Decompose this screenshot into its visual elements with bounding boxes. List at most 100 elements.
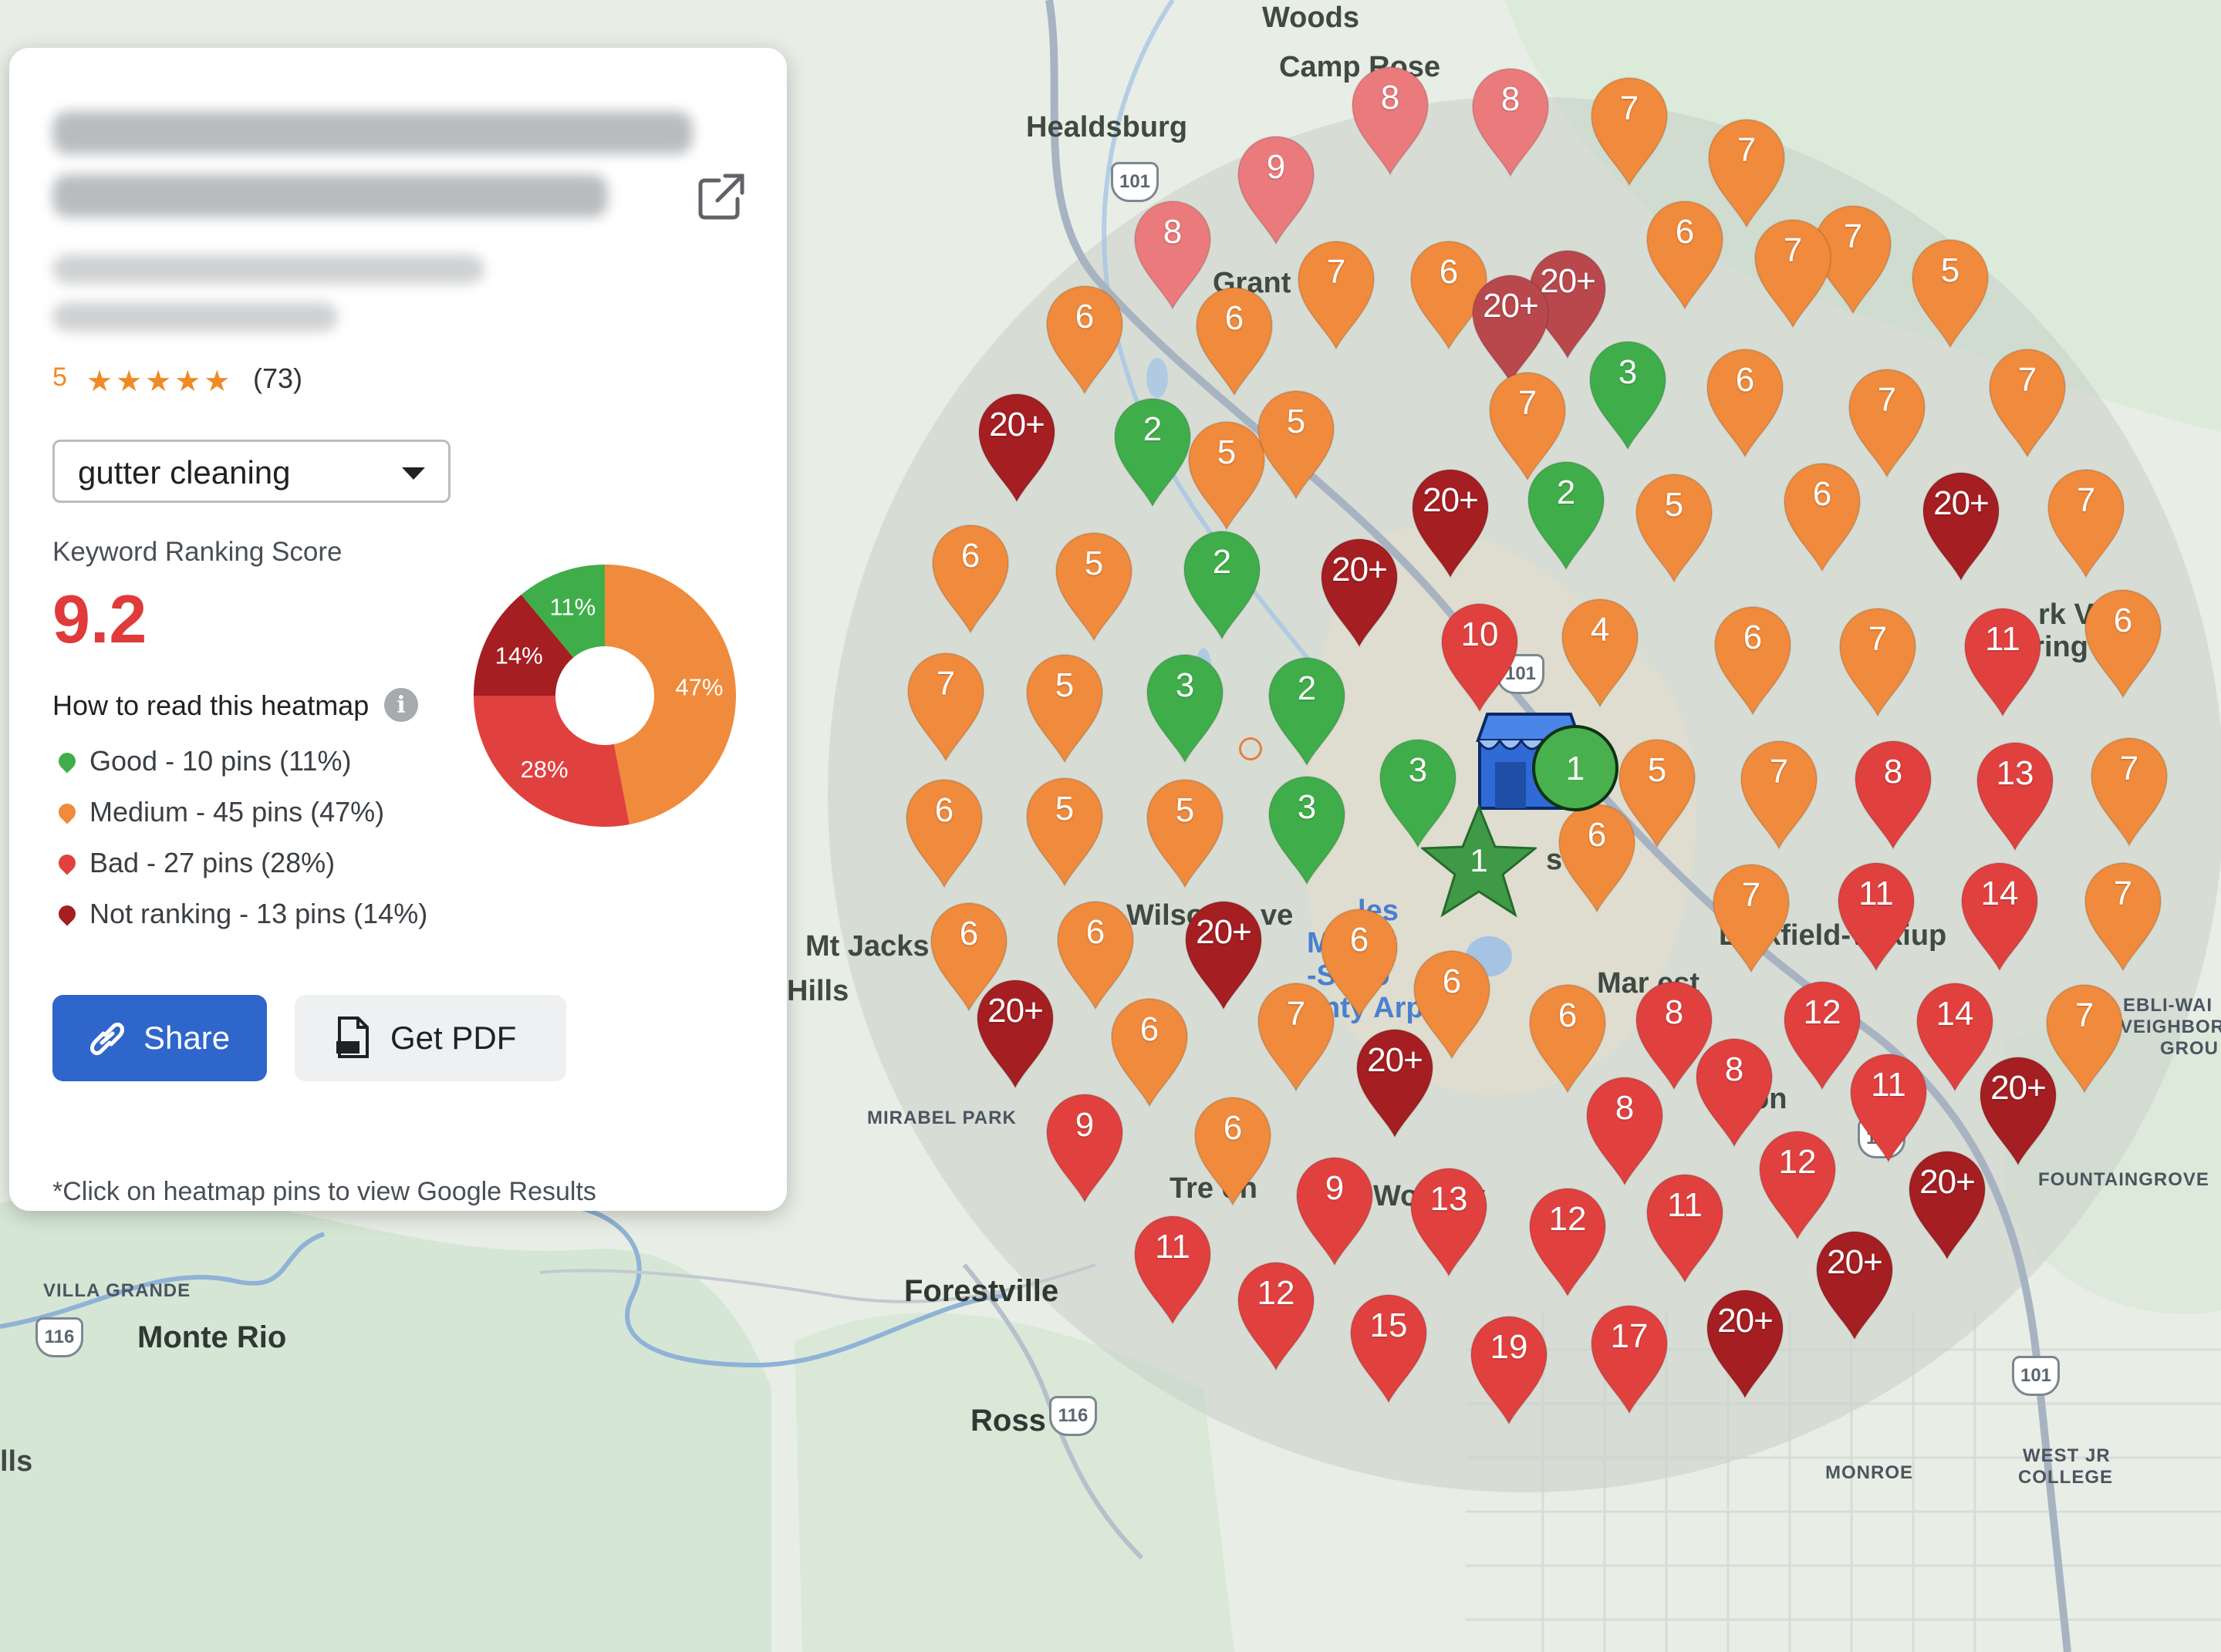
star-center-pin[interactable]: 1 — [1419, 802, 1539, 918]
heatmap-pin[interactable]: 20+ — [1703, 1285, 1787, 1401]
heatmap-pin[interactable]: 5 — [1632, 469, 1716, 585]
heatmap-pin[interactable]: 7 — [1737, 736, 1821, 851]
external-link-icon[interactable] — [694, 170, 748, 224]
heatmap-pin[interactable]: 11 — [1960, 603, 2045, 719]
heatmap-pin[interactable]: 6 — [1710, 602, 1795, 717]
heatmap-pin[interactable]: 8 — [1348, 62, 1433, 177]
pin-rank-label: 5 — [1175, 791, 1195, 829]
pin-rank-label: 7 — [1877, 381, 1897, 419]
place-college: COLLEGE — [2018, 1467, 2114, 1488]
pin-rank-label: 19 — [1490, 1328, 1528, 1366]
pin-rank-label: 5 — [1940, 251, 1960, 289]
heatmap-pin[interactable]: 2 — [1110, 393, 1195, 509]
pin-rank-label: 9 — [1325, 1169, 1345, 1207]
pin-rank-label: 5 — [1647, 751, 1667, 789]
heatmap-pin[interactable]: 20+ — [1352, 1024, 1437, 1140]
heatmap-pin[interactable]: 3 — [1264, 771, 1349, 887]
heatmap-pin[interactable]: 12 — [1525, 1183, 1610, 1299]
heatmap-pin[interactable]: 9 — [1292, 1152, 1377, 1268]
heatmap-pin[interactable]: 20+ — [973, 975, 1058, 1091]
pin-rank-label: 6 — [1743, 619, 1763, 656]
heatmap-pin[interactable]: 13 — [1973, 737, 2057, 853]
heatmap-pin[interactable]: 6 — [1554, 799, 1639, 915]
heatmap-pin[interactable]: 6 — [2081, 585, 2165, 700]
share-button[interactable]: Share — [52, 995, 267, 1081]
heatmap-pin[interactable]: 14 — [1957, 858, 2042, 973]
heatmap-pin[interactable]: 6 — [1042, 281, 1127, 396]
heatmap-pin[interactable]: 6 — [1190, 1092, 1275, 1208]
heatmap-pin[interactable]: 7 — [903, 648, 988, 764]
heatmap-pin[interactable]: 20+ — [1317, 534, 1402, 649]
keyword-select[interactable]: gutter cleaning — [52, 440, 451, 503]
pin-rank-label: 20+ — [1919, 1163, 1976, 1201]
heatmap-pin[interactable]: 6 — [1780, 458, 1865, 574]
pin-rank-label: 8 — [1883, 753, 1903, 791]
heatmap-pin[interactable]: 7 — [1985, 344, 2070, 460]
place-ross: Ross — [970, 1404, 1046, 1438]
ranking-donut-chart: 47% 28% 14%11% — [474, 565, 736, 827]
heatmap-pin[interactable]: 6 — [1192, 282, 1277, 398]
heatmap-pin[interactable]: 7 — [1750, 214, 1835, 330]
heatmap-pin[interactable]: 20+ — [1905, 1146, 1990, 1262]
heatmap-pin[interactable]: 6 — [1703, 344, 1787, 460]
heatmap-pin[interactable]: 11 — [1834, 858, 1919, 973]
heatmap-pin[interactable]: 13 — [1406, 1163, 1491, 1279]
heatmap-pin[interactable]: 11 — [1642, 1169, 1727, 1285]
heatmap-pin[interactable]: 2 — [1264, 652, 1349, 768]
heatmap-pin[interactable]: 15 — [1346, 1290, 1431, 1405]
heatmap-pin[interactable]: 7 — [1587, 72, 1672, 188]
heatmap-pin[interactable]: 5 — [1022, 649, 1107, 765]
heatmap-pin[interactable]: 7 — [2087, 733, 2172, 848]
heatmap-pin[interactable]: 6 — [902, 774, 987, 890]
howto-label: How to read this heatmap — [52, 689, 370, 721]
get-pdf-button[interactable]: Get PDF — [295, 995, 566, 1081]
pin-rank-label: 14 — [1936, 995, 1974, 1033]
heatmap-pin[interactable]: 6 — [1642, 196, 1727, 312]
heatmap-pin[interactable]: 2 — [1524, 457, 1608, 572]
heatmap-pin[interactable]: 7 — [1709, 859, 1794, 975]
heatmap-pin[interactable]: 5 — [1254, 386, 1338, 501]
heatmap-pin[interactable]: 3 — [1585, 336, 1670, 452]
get-pdf-label: Get PDF — [390, 1020, 517, 1056]
heatmap-pin[interactable]: 7 — [1254, 978, 1338, 1094]
heatmap-pin[interactable]: 5 — [1143, 774, 1227, 890]
pin-rank-label: 13 — [1996, 754, 2034, 792]
heatmap-pin[interactable]: 10 — [1437, 598, 1522, 714]
business-address-blurred — [52, 255, 484, 284]
pin-rank-label: 2 — [1143, 410, 1163, 448]
heatmap-pin[interactable]: 4 — [1558, 594, 1642, 710]
pin-rank-label: 6 — [934, 791, 954, 829]
heatmap-pin[interactable]: 8 — [1851, 736, 1936, 851]
heatmap-pin[interactable]: 19 — [1467, 1311, 1551, 1427]
heatmap-pin[interactable]: 9 — [1234, 131, 1318, 247]
pin-rank-label: 5 — [1664, 486, 1684, 524]
heatmap-pin[interactable]: 20+ — [1408, 464, 1493, 580]
heatmap-pin[interactable]: 20+ — [1919, 467, 2003, 583]
place-neighbor: VEIGHBOR — [2120, 1016, 2221, 1037]
heatmap-pin[interactable]: 8 — [1468, 63, 1553, 179]
heatmap-pin[interactable]: 9 — [1042, 1089, 1127, 1205]
heatmap-pin[interactable]: 5 — [1022, 773, 1107, 888]
pin-rank-label: 5 — [1055, 666, 1075, 704]
heatmap-pin[interactable]: 12 — [1755, 1126, 1840, 1242]
heatmap-pin[interactable]: 3 — [1143, 649, 1227, 765]
heatmap-pin[interactable]: 7 — [2081, 858, 2165, 973]
heatmap-pin[interactable]: 2 — [1180, 526, 1264, 642]
pin-rank-label: 17 — [1610, 1317, 1649, 1355]
heatmap-pin[interactable]: 7 — [1835, 603, 1920, 719]
heatmap-pin[interactable]: 20+ — [1812, 1226, 1897, 1342]
heatmap-pin[interactable]: 7 — [2044, 464, 2128, 580]
heatmap-pin[interactable]: 20+ — [974, 389, 1059, 504]
heatmap-pin[interactable]: 17 — [1587, 1300, 1672, 1416]
pin-rank-label: 7 — [2113, 875, 2133, 912]
business-location-pin[interactable]: 1 — [1532, 725, 1618, 811]
pin-rank-label: 20+ — [1827, 1243, 1883, 1281]
heatmap-pin[interactable]: 12 — [1234, 1257, 1318, 1373]
heatmap-pin[interactable]: 11 — [1130, 1211, 1215, 1327]
place-fountaingrove: FOUNTAINGROVE — [2038, 1169, 2209, 1190]
heatmap-pin[interactable]: 7 — [1294, 236, 1379, 352]
heatmap-pin[interactable]: 6 — [928, 520, 1013, 636]
info-icon[interactable]: i — [384, 688, 418, 722]
heatmap-pin[interactable]: 5 — [1051, 528, 1136, 643]
heatmap-pin[interactable]: 5 — [1908, 234, 1993, 350]
